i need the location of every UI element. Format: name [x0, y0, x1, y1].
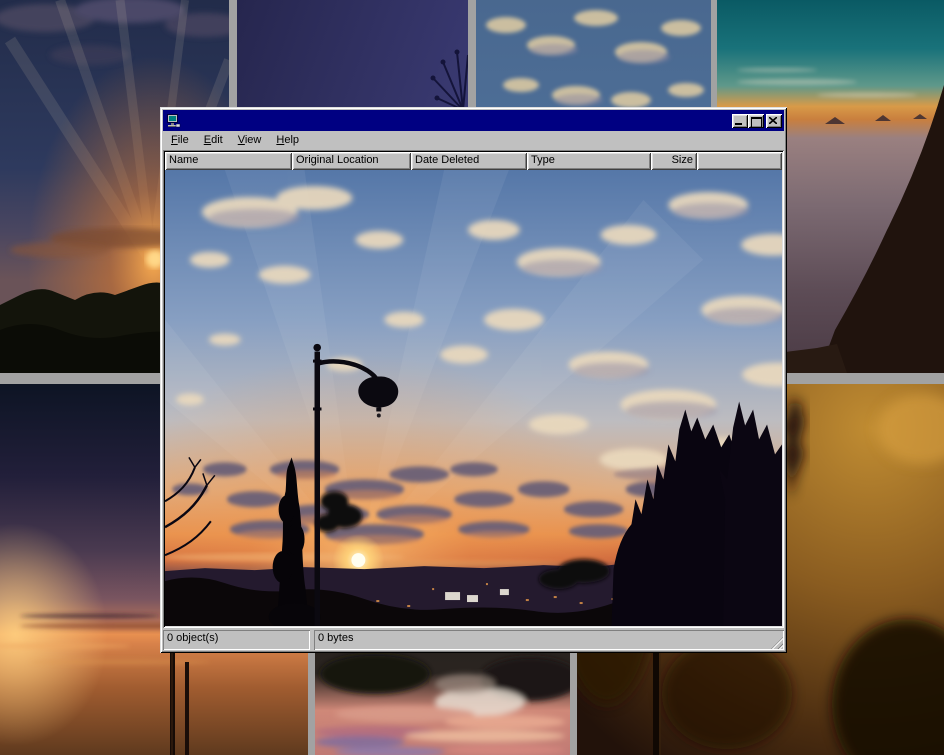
menu-help[interactable]: Help	[269, 132, 306, 149]
column-header-type[interactable]: Type	[527, 152, 651, 170]
program-icon[interactable]	[165, 113, 181, 129]
menu-bar: File Edit View Help	[163, 131, 784, 150]
column-header-size[interactable]: Size	[651, 152, 697, 170]
column-header-row: Name Original Location Date Deleted Type…	[165, 152, 782, 170]
desktop: File Edit View Help Name Original Locati…	[0, 0, 944, 755]
resize-grip[interactable]	[771, 637, 783, 649]
close-button[interactable]	[766, 114, 782, 128]
column-header-name[interactable]: Name	[165, 152, 292, 170]
close-icon	[769, 117, 777, 124]
maximize-button[interactable]	[748, 114, 764, 128]
sunset-photo	[165, 170, 782, 626]
menu-view[interactable]: View	[231, 132, 269, 149]
menu-edit[interactable]: Edit	[197, 132, 230, 149]
status-bar: 0 object(s) 0 bytes	[163, 630, 784, 650]
column-header-date-deleted[interactable]: Date Deleted	[411, 152, 527, 170]
titlebar[interactable]	[163, 110, 784, 131]
minimize-button[interactable]	[732, 114, 748, 128]
file-list-view[interactable]: Name Original Location Date Deleted Type…	[163, 150, 784, 628]
status-object-count: 0 object(s)	[163, 630, 310, 650]
recycle-bin-window: File Edit View Help Name Original Locati…	[160, 107, 787, 653]
status-size: 0 bytes	[314, 630, 784, 650]
column-header-blank[interactable]	[697, 152, 782, 170]
column-header-original-location[interactable]: Original Location	[292, 152, 411, 170]
menu-file[interactable]: File	[164, 132, 196, 149]
